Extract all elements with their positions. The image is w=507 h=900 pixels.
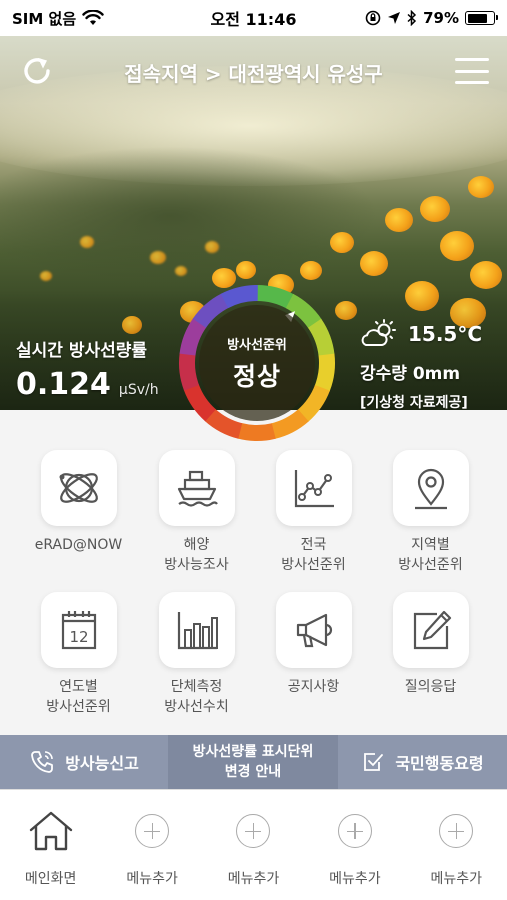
info-bar: 방사능신고 방사선량률 표시단위 변경 안내 국민행동요령 [0,735,507,789]
menu-tile-group-measurement[interactable]: 단체측정 방사선수치 [139,592,254,717]
tab-add-menu-3[interactable]: 메뉴추가 [304,790,405,900]
gauge-segment [307,318,335,357]
weather-source: [기상청 자료제공] [360,395,468,410]
menu-tile-label: 지역별 방사선준위 [398,537,463,573]
checkbox-icon [364,753,384,771]
gauge-segment [256,285,294,309]
tab-label: 메인화면 [24,871,77,887]
tab-add-menu-1[interactable]: 메뉴추가 [101,790,202,900]
location-title: 접속지역 > 대전광역시 유성구 [124,62,383,86]
tab-label: 메뉴추가 [430,871,483,887]
weather-panel: 15.5°C 강수량 0mm [기상청 자료제공] [360,319,482,410]
realtime-dose-unit: µSv/h [118,382,159,398]
gauge-segment [270,409,309,439]
menu-tile-label: 연도별 방사선준위 [46,679,111,715]
status-bar: SIM 없음 오전 11:46 79% [0,0,507,36]
menu-tile-marine-survey[interactable]: 해양 방사능조사 [139,450,254,575]
orbit-globe-icon [59,473,98,503]
wifi-icon [82,10,104,25]
radiation-report-label: 방사능신고 [65,754,139,773]
tab-add-menu-4[interactable]: 메뉴추가 [406,790,507,900]
hamburger-menu-icon[interactable] [455,58,489,84]
rainfall: 강수량 0mm [360,364,461,384]
temperature: 15.5°C [408,322,483,346]
menu-tile-label: eRAD@NOW [34,537,123,553]
location-arrow-icon [388,12,401,24]
megaphone-icon [296,613,332,648]
menu-tile-label: 질의응답 [404,679,457,695]
unit-change-notice-line2: 변경 안내 [224,764,282,780]
realtime-dose-label: 실시간 방사선량률 [16,341,148,361]
public-action-guide-button[interactable]: 국민행동요령 [338,735,507,789]
menu-tile-eradnow[interactable]: eRAD@NOW [21,450,136,555]
map-pin-icon [414,468,447,510]
menu-tile-qna[interactable]: 질의응답 [373,592,488,697]
tab-label: 메뉴추가 [329,871,381,887]
gauge-segment [179,318,207,356]
menu-tile-label: 해양 방사능조사 [164,537,229,573]
orientation-lock-icon [365,10,381,26]
menu-tile-yearly-level[interactable]: 12 연도별 방사선준위 [21,592,136,717]
edit-icon [413,610,451,650]
menu-tile-label: 단체측정 방사선수치 [164,679,229,715]
clock: 오전 11:46 [210,10,297,29]
unit-change-notice-line1: 방사선량률 표시단위 [192,744,314,760]
tab-home[interactable]: 메인화면 [0,790,101,900]
tab-label: 메뉴추가 [126,871,178,887]
battery-icon [465,11,498,25]
ship-icon [177,470,218,507]
menu-grid: eRAD@NOW 해양 방사능조사 전국 방사선준위 지역별 방사선준위 12 … [0,410,507,735]
gauge-status: 정상 [232,361,281,391]
tab-add-menu-2[interactable]: 메뉴추가 [203,790,304,900]
menu-tile-regional-level[interactable]: 지역별 방사선준위 [373,450,488,575]
plus-circle-icon [439,814,474,848]
menu-tile-label: 전국 방사선준위 [281,537,346,573]
carrier-text: SIM 없음 [12,9,77,28]
radiation-report-button[interactable]: 방사능신고 [0,735,168,789]
menu-tile-national-level[interactable]: 전국 방사선준위 [256,450,371,575]
bar-chart-icon [177,612,218,650]
partly-cloudy-icon [361,319,396,346]
radiation-level-gauge: 방사선준위 정상 [177,283,337,443]
line-chart-icon [294,470,334,508]
realtime-dose-value: 0.124 [16,367,111,402]
battery-percent: 79% [423,9,459,27]
bluetooth-icon [407,10,417,26]
gauge-label: 방사선준위 [227,337,287,353]
realtime-dose-panel: 실시간 방사선량률 0.124 µSv/h [16,336,159,402]
home-icon [29,811,72,851]
plus-circle-icon [135,814,170,848]
gauge-segment [237,422,276,441]
gauge-segment [220,285,259,309]
gauge-segment [179,352,200,391]
refresh-icon[interactable] [18,52,56,90]
calendar-day: 12 [69,628,88,646]
gauge-segment [314,353,335,392]
menu-tile-notice[interactable]: 공지사항 [256,592,371,697]
unit-change-notice-button[interactable]: 방사선량률 표시단위 변경 안내 [168,735,338,789]
menu-tile-label: 공지사항 [287,679,340,695]
phone-icon [31,751,54,773]
tab-label: 메뉴추가 [227,871,280,887]
plus-circle-icon [337,814,372,848]
plus-circle-icon [236,814,271,848]
public-action-guide-label: 국민행동요령 [395,754,484,773]
calendar-icon: 12 [61,611,96,650]
tab-bar: 메인화면 메뉴추가 메뉴추가 메뉴추가 메뉴추가 [0,789,507,900]
